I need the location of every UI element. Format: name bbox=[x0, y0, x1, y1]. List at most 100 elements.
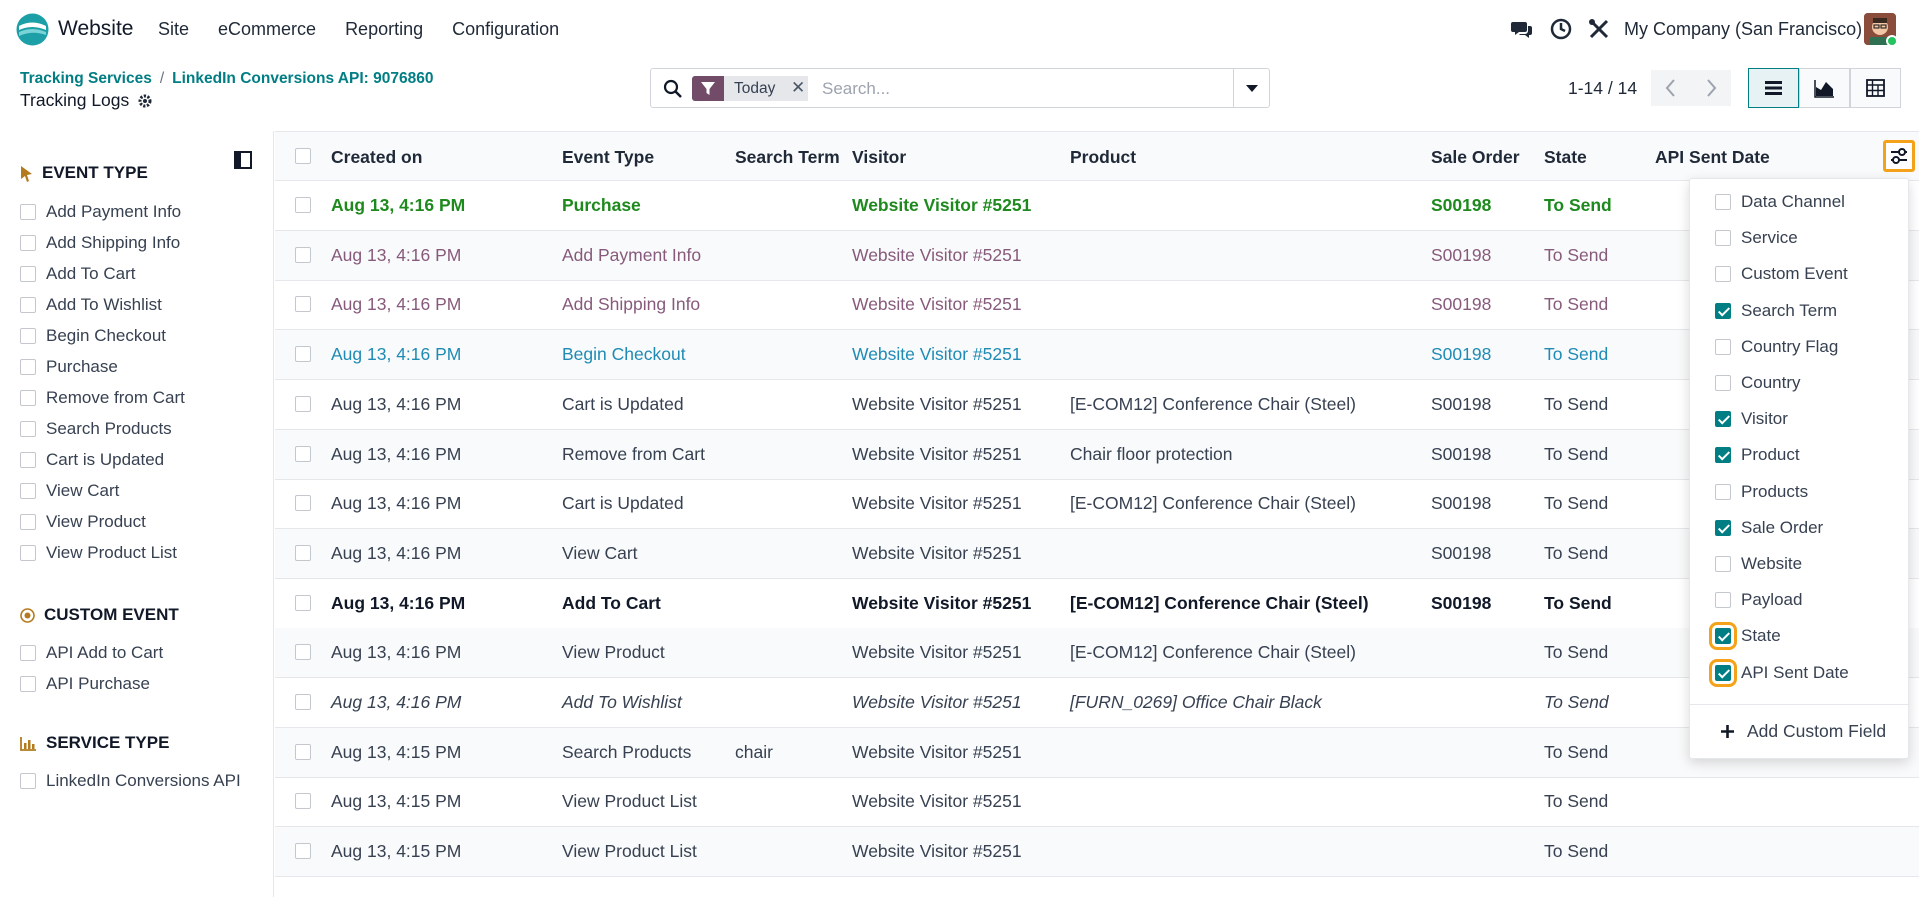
table-row[interactable]: Aug 13, 4:16 PM Begin Checkout Website Vis… bbox=[275, 330, 1919, 381]
collapse-sidebar-icon[interactable] bbox=[234, 151, 252, 169]
checkbox[interactable] bbox=[20, 204, 36, 220]
table-row[interactable]: Aug 13, 4:16 PM Add Shipping Info Website … bbox=[275, 280, 1919, 331]
checkbox[interactable] bbox=[20, 266, 36, 282]
optional-column-custom-event[interactable]: Custom Event bbox=[1715, 264, 1848, 284]
checkbox[interactable] bbox=[20, 483, 36, 499]
filter-begin-checkout[interactable]: Begin Checkout bbox=[20, 326, 166, 346]
website-app-icon[interactable] bbox=[16, 13, 49, 46]
table-row[interactable]: Aug 13, 4:16 PM Purchase Website Visitor #… bbox=[275, 181, 1919, 231]
column-checkbox[interactable] bbox=[1715, 411, 1731, 428]
row-checkbox[interactable] bbox=[295, 445, 311, 462]
column-search-term[interactable]: Search Term bbox=[735, 147, 840, 168]
filter-cart-is-updated[interactable]: Cart is Updated bbox=[20, 450, 164, 470]
row-checkbox[interactable] bbox=[295, 395, 311, 412]
search-options-toggle[interactable] bbox=[1233, 69, 1269, 107]
column-sale-order[interactable]: Sale Order bbox=[1431, 147, 1520, 168]
debug-tools-icon[interactable] bbox=[1588, 18, 1610, 40]
list-view-button[interactable] bbox=[1748, 68, 1799, 108]
filter-linkedin-conversions-api[interactable]: LinkedIn Conversions API bbox=[20, 771, 241, 791]
checkbox[interactable] bbox=[20, 645, 36, 661]
column-event-type[interactable]: Event Type bbox=[562, 147, 654, 168]
filter-view-product[interactable]: View Product bbox=[20, 512, 146, 532]
column-checkbox[interactable] bbox=[1715, 592, 1731, 609]
column-checkbox[interactable] bbox=[1715, 194, 1731, 210]
breadcrumb-tracking-services[interactable]: Tracking Services bbox=[20, 70, 152, 87]
table-row[interactable]: Aug 13, 4:16 PM Remove from Cart Website V… bbox=[275, 429, 1919, 480]
row-checkbox[interactable] bbox=[295, 246, 311, 263]
checkbox[interactable] bbox=[20, 235, 36, 251]
checkbox[interactable] bbox=[20, 328, 36, 344]
search-icon[interactable] bbox=[663, 79, 683, 99]
chat-icon[interactable] bbox=[1511, 18, 1533, 40]
checkbox[interactable] bbox=[20, 359, 36, 375]
filter-search-products[interactable]: Search Products bbox=[20, 419, 172, 439]
row-checkbox[interactable] bbox=[295, 594, 311, 611]
column-created-on[interactable]: Created on bbox=[331, 147, 422, 168]
table-row[interactable]: Aug 13, 4:16 PM View Product Website Visit… bbox=[275, 628, 1919, 679]
column-checkbox[interactable] bbox=[1715, 302, 1731, 319]
column-product[interactable]: Product bbox=[1070, 147, 1136, 168]
table-row[interactable]: Aug 13, 4:16 PM Cart is Updated Website Vi… bbox=[275, 380, 1919, 430]
remove-facet-icon[interactable]: ✕ bbox=[791, 78, 805, 98]
filter-view-product-list[interactable]: View Product List bbox=[20, 543, 177, 563]
menu-site[interactable]: Site bbox=[158, 19, 189, 40]
table-row[interactable]: Aug 13, 4:15 PM Search Products chair Websi… bbox=[275, 727, 1919, 778]
column-visitor[interactable]: Visitor bbox=[852, 147, 906, 168]
column-checkbox[interactable] bbox=[1715, 556, 1731, 572]
filter-purchase[interactable]: Purchase bbox=[20, 357, 118, 377]
table-row[interactable]: Aug 13, 4:16 PM Add To Wishlist Website Vi… bbox=[275, 678, 1919, 728]
pager-next-button[interactable] bbox=[1691, 70, 1731, 106]
filter-remove-from-cart[interactable]: Remove from Cart bbox=[20, 388, 185, 408]
filter-add-payment-info[interactable]: Add Payment Info bbox=[20, 202, 181, 222]
table-row[interactable]: Aug 13, 4:16 PM Add Payment Info Website V… bbox=[275, 230, 1919, 281]
column-checkbox[interactable] bbox=[1715, 375, 1731, 391]
checkbox[interactable] bbox=[20, 390, 36, 406]
row-checkbox[interactable] bbox=[295, 743, 311, 760]
row-checkbox[interactable] bbox=[295, 197, 311, 213]
column-checkbox[interactable] bbox=[1709, 658, 1737, 687]
column-checkbox[interactable] bbox=[1709, 622, 1737, 651]
checkbox[interactable] bbox=[20, 297, 36, 313]
filter-add-shipping-info[interactable]: Add Shipping Info bbox=[20, 233, 180, 253]
table-row[interactable]: Aug 13, 4:15 PM View Product List Website … bbox=[275, 777, 1919, 828]
optional-column-sale-order[interactable]: Sale Order bbox=[1715, 518, 1823, 538]
graph-view-button[interactable] bbox=[1799, 68, 1850, 108]
column-checkbox[interactable] bbox=[1715, 338, 1731, 355]
row-checkbox[interactable] bbox=[295, 644, 311, 661]
optional-column-api-sent-date[interactable]: API Sent Date bbox=[1709, 658, 1849, 687]
menu-configuration[interactable]: Configuration bbox=[452, 19, 559, 40]
checkbox[interactable] bbox=[20, 676, 36, 692]
row-checkbox[interactable] bbox=[295, 495, 311, 512]
column-checkbox[interactable] bbox=[1715, 519, 1731, 536]
optional-column-service[interactable]: Service bbox=[1715, 228, 1798, 248]
optional-columns-toggle[interactable] bbox=[1883, 140, 1915, 172]
filter-add-to-wishlist[interactable]: Add To Wishlist bbox=[20, 295, 162, 315]
optional-column-data-channel[interactable]: Data Channel bbox=[1715, 192, 1845, 212]
filter-api-add-to-cart[interactable]: API Add to Cart bbox=[20, 643, 163, 663]
optional-column-country-flag[interactable]: Country Flag bbox=[1715, 337, 1838, 357]
row-checkbox[interactable] bbox=[295, 296, 311, 313]
checkbox[interactable] bbox=[20, 773, 36, 789]
filter-api-purchase[interactable]: API Purchase bbox=[20, 674, 150, 694]
add-custom-field-button[interactable]: Add Custom Field bbox=[1720, 721, 1886, 742]
row-checkbox[interactable] bbox=[295, 346, 311, 363]
column-api-sent-date[interactable]: API Sent Date bbox=[1655, 147, 1770, 168]
column-checkbox[interactable] bbox=[1715, 447, 1731, 464]
checkbox[interactable] bbox=[20, 421, 36, 437]
table-row[interactable]: Aug 13, 4:16 PM Cart is Updated Website Vi… bbox=[275, 479, 1919, 530]
optional-column-state[interactable]: State bbox=[1709, 622, 1781, 651]
select-all-checkbox[interactable] bbox=[295, 148, 311, 164]
search-input[interactable]: Search... bbox=[822, 79, 890, 99]
app-name[interactable]: Website bbox=[58, 17, 133, 41]
optional-column-products[interactable]: Products bbox=[1715, 482, 1808, 502]
row-checkbox[interactable] bbox=[295, 793, 311, 810]
optional-column-payload[interactable]: Payload bbox=[1715, 590, 1802, 610]
menu-ecommerce[interactable]: eCommerce bbox=[218, 19, 316, 40]
table-row[interactable]: Aug 13, 4:16 PM Add To Cart Website Visito… bbox=[275, 579, 1919, 629]
column-checkbox[interactable] bbox=[1715, 230, 1731, 247]
pager-value[interactable]: 1-14 / 14 bbox=[1568, 78, 1637, 99]
user-avatar[interactable] bbox=[1864, 13, 1896, 45]
row-checkbox[interactable] bbox=[295, 843, 311, 860]
row-checkbox[interactable] bbox=[295, 694, 311, 710]
filter-view-cart[interactable]: View Cart bbox=[20, 481, 119, 501]
